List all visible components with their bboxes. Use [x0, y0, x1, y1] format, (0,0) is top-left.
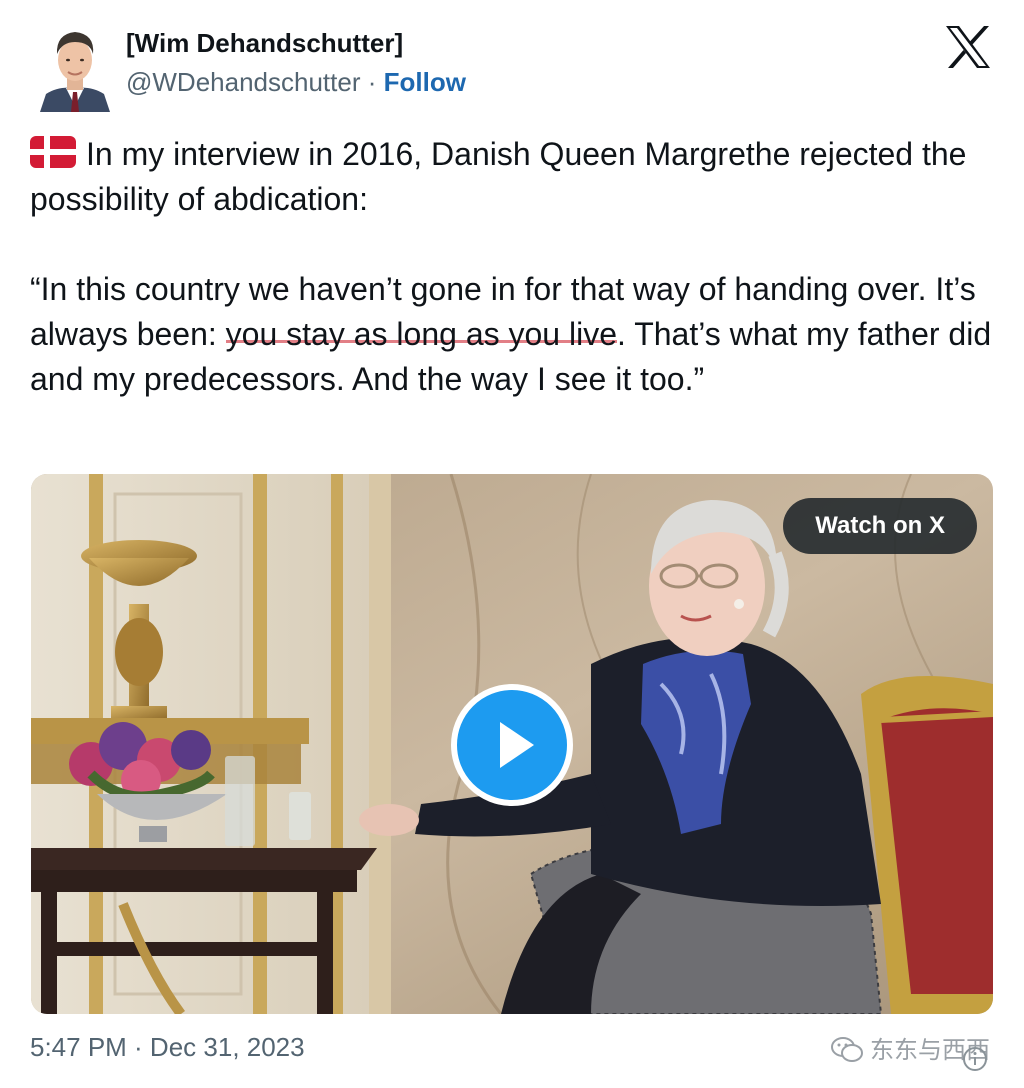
quote-highlight-text: you stay as long as you live [225, 316, 617, 352]
play-button[interactable] [451, 684, 573, 806]
intro-text: In my interview in 2016, Danish Queen Ma… [30, 136, 967, 217]
watch-on-x-button[interactable]: Watch on X [783, 498, 977, 554]
tweet-body: In my interview in 2016, Danish Queen Ma… [30, 132, 994, 402]
author-display-name[interactable]: [Wim Dehandschutter] [126, 28, 403, 59]
handle-separator: · [367, 67, 377, 97]
x-logo-icon[interactable] [944, 24, 992, 70]
author-avatar[interactable] [38, 22, 112, 112]
info-icon[interactable] [962, 1046, 988, 1072]
video-player[interactable]: Watch on X [31, 474, 993, 1014]
wechat-icon [831, 1037, 863, 1062]
tweet-timestamp[interactable]: 5:47 PM · Dec 31, 2023 [30, 1032, 305, 1063]
author-handle-row: @WDehandschutter · Follow [126, 67, 466, 98]
denmark-flag-icon [30, 136, 76, 168]
follow-button[interactable]: Follow [384, 67, 466, 97]
tweet-paragraph-intro: In my interview in 2016, Danish Queen Ma… [30, 132, 994, 222]
author-handle[interactable]: @WDehandschutter [126, 67, 361, 97]
tweet-card: [Wim Dehandschutter] @WDehandschutter · … [0, 0, 1024, 1088]
tweet-paragraph-quote: “In this country we haven’t gone in for … [30, 267, 994, 402]
play-icon [500, 722, 534, 768]
